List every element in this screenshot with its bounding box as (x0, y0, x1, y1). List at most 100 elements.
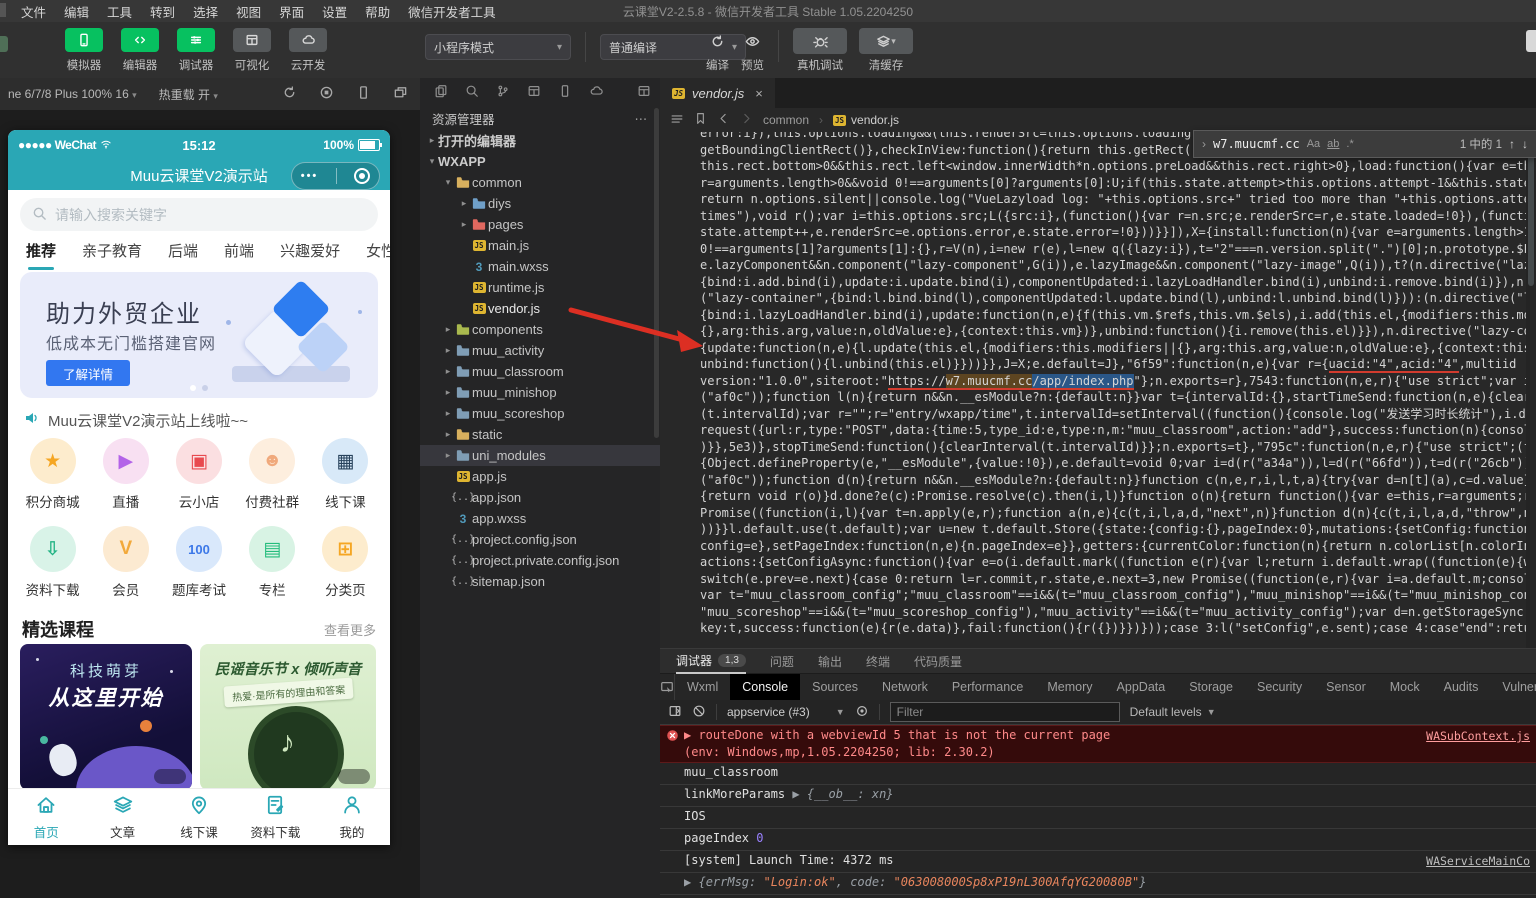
find-next-icon[interactable]: ↓ (1522, 137, 1528, 151)
toolbar-button-cloud-dev[interactable]: 云开发 (284, 28, 332, 73)
toolbar-button-editor[interactable]: 编辑器 (116, 28, 164, 73)
device-select[interactable]: ne 6/7/8 Plus 100% 16 ▾ (8, 87, 137, 101)
phone-simulator[interactable]: ●●●●● WeChat 15:12 100% Muu云课堂V2演示站 ••• … (8, 130, 390, 845)
panel-tab-2[interactable]: 输出 (818, 649, 842, 673)
expand-icon[interactable]: ▸ (458, 219, 470, 230)
search-input[interactable]: 请输入搜索关键字 (20, 198, 378, 231)
back-icon[interactable] (717, 112, 730, 128)
source-link[interactable]: WASubContext.js (1426, 728, 1530, 745)
more-icon[interactable]: ••• (301, 170, 319, 182)
menu-item-9[interactable]: 微信开发者工具 (399, 2, 505, 21)
category-tab-1[interactable]: 亲子教育 (82, 240, 142, 272)
regex-toggle[interactable]: .* (1346, 138, 1353, 150)
grid-item-8[interactable]: ▤专栏 (236, 526, 309, 608)
tree-item-runtime.js[interactable]: JSruntime.js (420, 277, 660, 298)
tree-item-app.js[interactable]: JSapp.js (420, 466, 660, 487)
action-device-debug[interactable]: 真机调试 (793, 28, 847, 73)
grid-item-9[interactable]: ⊞分类页 (309, 526, 382, 608)
grid-item-7[interactable]: 100题库考试 (162, 526, 235, 608)
detach-window-icon[interactable] (393, 85, 408, 103)
expand-icon[interactable]: ▸ (442, 366, 454, 377)
panel-tab-3[interactable]: 终端 (866, 649, 890, 673)
tab-articles[interactable]: 文章 (84, 789, 160, 845)
expand-icon[interactable]: ▸ (442, 324, 454, 335)
tree-item-app.wxss[interactable]: 3app.wxss (420, 508, 660, 529)
console-error-row[interactable]: ▶ routeDone with a webviewId 5 that is n… (660, 725, 1536, 763)
expand-icon[interactable]: ▸ (442, 387, 454, 398)
action-clear-cache[interactable]: ▾清缓存 (859, 28, 913, 73)
avatar[interactable] (0, 36, 8, 52)
console-row[interactable]: ▶ {errMsg: "Login:ok", code: "063008000S… (660, 873, 1536, 895)
menu-item-5[interactable]: 视图 (227, 2, 270, 21)
toolbar-button-debugger[interactable]: 调试器 (172, 28, 220, 73)
find-prev-icon[interactable]: ↑ (1509, 137, 1515, 151)
log-levels-select[interactable]: Default levels▼ (1130, 705, 1216, 719)
console-row[interactable]: muu_classroom (660, 763, 1536, 785)
breadcrumb-folder[interactable]: common (763, 113, 809, 127)
devtools-tab-storage[interactable]: Storage (1177, 674, 1245, 700)
category-tab-3[interactable]: 前端 (224, 240, 254, 272)
match-case-toggle[interactable]: Aa (1307, 138, 1320, 150)
tree-item-WXAPP[interactable]: ▾WXAPP (420, 151, 660, 172)
tab-mine[interactable]: 我的 (314, 789, 390, 845)
menu-item-0[interactable]: 文件 (12, 2, 55, 21)
breadcrumb-file[interactable]: JSvendor.js (833, 113, 899, 127)
course-card-tech[interactable]: 科技萌芽 从这里开始 (20, 644, 192, 790)
devtools-tab-console[interactable]: Console (730, 674, 800, 700)
tree-item-diys[interactable]: ▸diys (420, 193, 660, 214)
source-link[interactable]: WAServiceMainCo (1426, 853, 1530, 870)
devtools-tab-mock[interactable]: Mock (1378, 674, 1432, 700)
toolbar-right-partial-button[interactable] (1526, 30, 1536, 52)
devtools-tab-wxml[interactable]: Wxml (675, 674, 730, 700)
category-tab-0[interactable]: 推荐 (26, 240, 56, 272)
tree-item-app.json[interactable]: {..}app.json (420, 487, 660, 508)
tree-item-project.private.config.json[interactable]: {..}project.private.config.json (420, 550, 660, 571)
forward-icon[interactable] (740, 112, 753, 128)
grid-item-6[interactable]: V会员 (89, 526, 162, 608)
grid-item-2[interactable]: ▣云小店 (162, 438, 235, 520)
course-card-music[interactable]: 民谣音乐节 x 倾听声音 热爱·是所有的理由和答案 (200, 644, 376, 790)
devtools-tab-sensor[interactable]: Sensor (1314, 674, 1378, 700)
execution-context-select[interactable]: appservice (#3)▼ (727, 705, 845, 719)
category-tab-2[interactable]: 后端 (168, 240, 198, 272)
banner-button[interactable]: 了解详情 (46, 360, 130, 386)
toolbar-button-visual[interactable]: 可视化 (228, 28, 276, 73)
phone-view-icon[interactable] (356, 85, 371, 103)
tab-home[interactable]: 首页 (8, 789, 84, 845)
tree-item-sitemap.json[interactable]: {..}sitemap.json (420, 571, 660, 592)
view-more-link[interactable]: 查看更多 (324, 620, 376, 639)
category-tab-5[interactable]: 女性提升 (366, 240, 390, 272)
tree-item-main.wxss[interactable]: 3main.wxss (420, 256, 660, 277)
grid-item-4[interactable]: ▦线下课 (309, 438, 382, 520)
panel-tab-1[interactable]: 问题 (770, 649, 794, 673)
expand-icon[interactable]: ▸ (458, 198, 470, 209)
grid-item-1[interactable]: ▶直播 (89, 438, 162, 520)
menu-item-1[interactable]: 编辑 (55, 2, 98, 21)
cloud-icon[interactable] (589, 84, 603, 101)
expand-icon[interactable]: ▸ (442, 408, 454, 419)
code-viewport[interactable]: error:i}),this.options.loading&&(this.re… (660, 132, 1536, 648)
tab-offline-class[interactable]: 线下课 (161, 789, 237, 845)
tab-vendor-js[interactable]: JS vendor.js × (660, 78, 775, 108)
find-widget[interactable]: › w7.muucmf.cc Aa ab .* 1 中的 1 ↑ ↓ (1193, 130, 1536, 158)
devtools-tab-memory[interactable]: Memory (1035, 674, 1104, 700)
tree-item-components[interactable]: ▸components (420, 319, 660, 340)
announcement-bar[interactable]: Muu云课堂V2演示站上线啦~~ (24, 408, 378, 432)
expand-icon[interactable]: ▸ (442, 429, 454, 440)
mode-select[interactable]: 小程序模式 ▾ (425, 34, 571, 60)
clear-console-icon[interactable] (692, 704, 706, 721)
devtools-tab-network[interactable]: Network (870, 674, 940, 700)
stop-icon[interactable] (319, 85, 334, 103)
more-actions-icon[interactable]: ⋯ (635, 111, 649, 126)
console-row[interactable]: pageIndex 0 (660, 829, 1536, 851)
grid-item-0[interactable]: ★积分商城 (16, 438, 89, 520)
expand-icon[interactable]: ▾ (442, 177, 454, 188)
tree-item-main.js[interactable]: JSmain.js (420, 235, 660, 256)
panel-tab-0[interactable]: 调试器1,3 (676, 648, 746, 674)
menu-item-8[interactable]: 帮助 (356, 2, 399, 21)
menu-item-2[interactable]: 工具 (98, 2, 141, 21)
console-filter-input[interactable] (890, 702, 1120, 722)
devtools-tab-appdata[interactable]: AppData (1105, 674, 1178, 700)
search-icon[interactable] (465, 84, 479, 101)
split-editor-icon[interactable] (637, 84, 651, 101)
